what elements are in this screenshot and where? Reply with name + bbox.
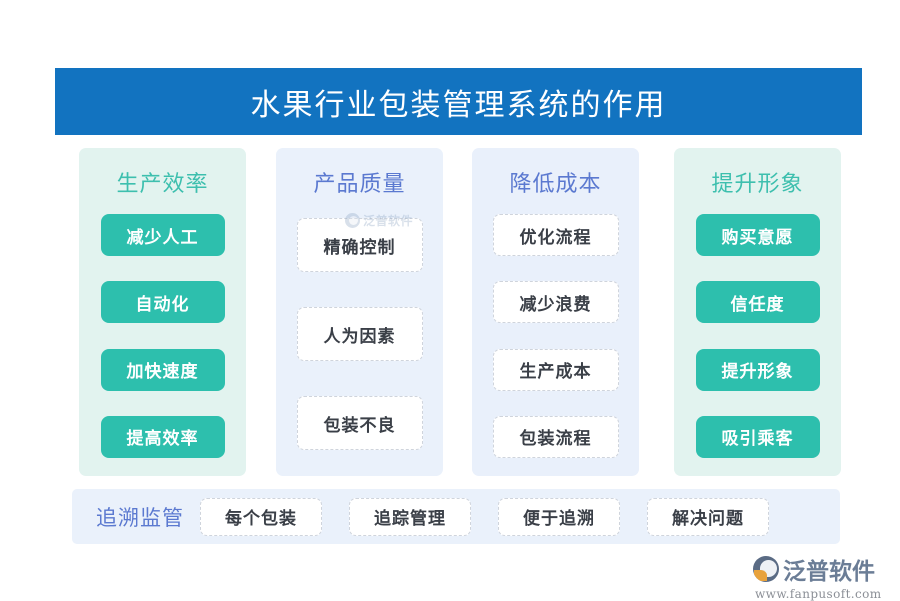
column-header: 生产效率 xyxy=(116,172,209,197)
logo-row: 泛普软件 xyxy=(753,552,875,586)
list-item[interactable]: 信任度 xyxy=(695,281,820,324)
column-header: 提升形象 xyxy=(711,172,804,197)
list-item[interactable]: 精确控制 xyxy=(296,218,423,272)
logo-company-name: 泛普软件 xyxy=(783,559,875,585)
list-item[interactable]: 每个包装 xyxy=(200,497,322,536)
list-item[interactable]: 解决问题 xyxy=(647,497,769,536)
list-item[interactable]: 购买意愿 xyxy=(695,214,820,256)
column-item-list: 购买意愿 信任度 提升形象 吸引乘客 xyxy=(674,214,841,476)
list-item[interactable]: 吸引乘客 xyxy=(695,415,820,458)
list-item[interactable]: 包装流程 xyxy=(492,415,619,458)
infographic-root: 水果行业包装管理系统的作用 生产效率 减少人工 自动化 加快速度 提高效率 产品… xyxy=(0,0,900,601)
column-header: 降低成本 xyxy=(509,172,602,197)
category-column-product-quality: 产品质量 精确控制 人为因素 包装不良 xyxy=(276,148,443,476)
column-header: 产品质量 xyxy=(313,172,406,197)
list-item[interactable]: 自动化 xyxy=(100,281,225,324)
traceability-label: 追溯监管 xyxy=(96,505,184,530)
list-item[interactable]: 减少人工 xyxy=(100,214,225,256)
logo-website-url: www.fanpusoft.com xyxy=(755,587,882,601)
list-item[interactable]: 便于追溯 xyxy=(498,497,620,536)
column-item-list: 减少人工 自动化 加快速度 提高效率 xyxy=(79,214,246,476)
list-item[interactable]: 生产成本 xyxy=(492,348,619,391)
category-column-production-efficiency: 生产效率 减少人工 自动化 加快速度 提高效率 xyxy=(79,148,246,476)
list-item[interactable]: 人为因素 xyxy=(296,307,423,361)
column-item-list: 精确控制 人为因素 包装不良 xyxy=(276,214,443,476)
list-item[interactable]: 追踪管理 xyxy=(349,497,471,536)
list-item[interactable]: 优化流程 xyxy=(492,214,619,256)
page-title: 水果行业包装管理系统的作用 xyxy=(250,87,667,123)
title-banner: 水果行业包装管理系统的作用 xyxy=(55,68,862,135)
category-columns: 生产效率 减少人工 自动化 加快速度 提高效率 产品质量 精确控制 人为因素 包… xyxy=(0,148,900,476)
company-logo: 泛普软件 www.fanpusoft.com xyxy=(753,552,882,601)
traceability-bar: 追溯监管 每个包装 追踪管理 便于追溯 解决问题 xyxy=(72,489,840,544)
traceability-item-list: 每个包装 追踪管理 便于追溯 解决问题 xyxy=(200,497,769,536)
list-item[interactable]: 提高效率 xyxy=(100,415,225,458)
category-column-brand-image: 提升形象 购买意愿 信任度 提升形象 吸引乘客 xyxy=(674,148,841,476)
list-item[interactable]: 加快速度 xyxy=(100,348,225,391)
fanpu-swoosh-icon xyxy=(753,556,779,582)
list-item[interactable]: 包装不良 xyxy=(296,396,423,450)
list-item[interactable]: 减少浪费 xyxy=(492,281,619,324)
list-item[interactable]: 提升形象 xyxy=(695,348,820,391)
column-item-list: 优化流程 减少浪费 生产成本 包装流程 xyxy=(472,214,639,476)
category-column-cost-reduction: 降低成本 优化流程 减少浪费 生产成本 包装流程 xyxy=(472,148,639,476)
